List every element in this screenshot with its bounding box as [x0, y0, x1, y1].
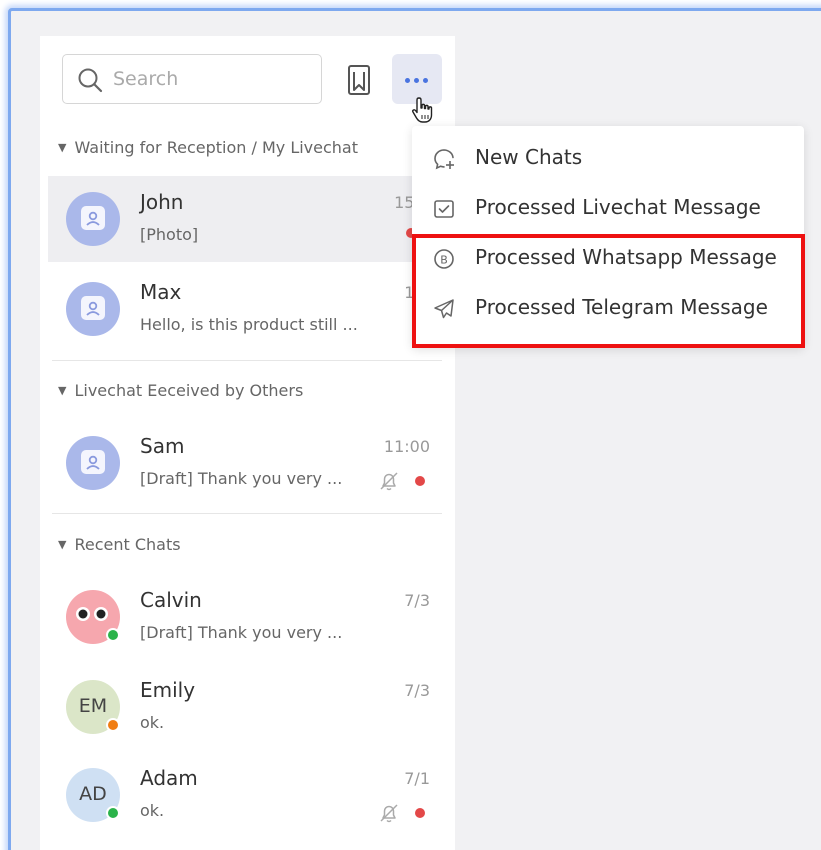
chat-row-max[interactable]: Max Hello, is this product still ... 15: — [48, 266, 442, 352]
chat-row-john[interactable]: John [Photo] 15:5 — [48, 176, 442, 262]
avatar-initials: AD — [79, 783, 107, 805]
section-title: Recent Chats — [74, 535, 181, 554]
more-dot — [423, 78, 428, 83]
divider — [52, 513, 442, 514]
chat-row-calvin[interactable]: Calvin [Draft] Thank you very ... 7/3 — [48, 574, 442, 660]
contact-name: Emily — [140, 678, 196, 702]
avatar-initials: EM — [78, 695, 108, 717]
checkbox-icon — [434, 200, 454, 218]
contact-name: Adam — [140, 766, 198, 790]
avatar: EM — [66, 680, 120, 734]
contact-name: Calvin — [140, 588, 202, 612]
hand-cursor-icon — [412, 97, 433, 123]
mute-bell-icon — [380, 472, 398, 491]
user-card-icon — [81, 296, 105, 320]
timestamp: 7/1 — [404, 769, 430, 788]
section-header-others[interactable]: ▼ Livechat Eeceived by Others — [58, 381, 303, 400]
timestamp: 7/3 — [404, 681, 430, 700]
message-preview: ok. — [140, 801, 165, 820]
avatar: AD — [66, 768, 120, 822]
avatar — [66, 590, 120, 644]
more-dot — [405, 78, 410, 83]
menu-item-label: Processed Livechat Message — [475, 195, 761, 219]
unread-dot — [415, 808, 425, 818]
unread-dot — [415, 476, 425, 486]
search-icon — [78, 68, 103, 93]
avatar — [66, 436, 120, 490]
divider — [52, 360, 442, 361]
more-dot — [414, 78, 419, 83]
avatar — [66, 282, 120, 336]
online-status-dot — [106, 806, 120, 820]
timestamp: 7/3 — [404, 591, 430, 610]
timestamp: 11:00 — [383, 437, 430, 456]
section-title: Livechat Eeceived by Others — [74, 381, 304, 400]
chat-row-adam[interactable]: AD Adam ok. 7/1 — [48, 752, 442, 838]
message-preview: ok. — [140, 713, 165, 732]
collapse-triangle-icon: ▼ — [58, 141, 67, 154]
collapse-triangle-icon: ▼ — [58, 538, 67, 551]
highlight-box — [412, 234, 805, 348]
collapse-triangle-icon: ▼ — [58, 384, 67, 397]
message-preview: Hello, is this product still ... — [140, 315, 358, 334]
message-preview: [Photo] — [140, 225, 199, 244]
away-status-dot — [106, 718, 120, 732]
menu-item-label: New Chats — [475, 145, 583, 169]
section-title: Waiting for Reception / My Livechat — [74, 138, 358, 157]
chat-row-sam[interactable]: Sam [Draft] Thank you very ... 11:00 — [48, 420, 442, 506]
mute-bell-icon — [380, 804, 398, 823]
user-card-icon — [81, 206, 105, 230]
bookmark-icon[interactable] — [346, 64, 374, 98]
menu-item-new-chats[interactable]: New Chats — [432, 144, 792, 174]
online-status-dot — [106, 628, 120, 642]
avatar — [66, 192, 120, 246]
new-chat-icon — [434, 149, 454, 170]
contact-name: Sam — [140, 434, 185, 458]
chat-row-emily[interactable]: EM Emily ok. 7/3 — [48, 664, 442, 750]
section-header-recent[interactable]: ▼ Recent Chats — [58, 535, 181, 554]
menu-item-processed-livechat[interactable]: Processed Livechat Message — [432, 194, 792, 224]
message-preview: [Draft] Thank you very ... — [140, 623, 343, 642]
user-card-icon — [81, 450, 105, 474]
contact-name: John — [140, 190, 184, 214]
section-header-waiting[interactable]: ▼ Waiting for Reception / My Livechat — [58, 138, 358, 157]
contact-name: Max — [140, 280, 182, 304]
message-preview: [Draft] Thank you very ... — [140, 469, 343, 488]
search-box[interactable] — [62, 54, 322, 104]
search-input[interactable] — [113, 65, 313, 93]
